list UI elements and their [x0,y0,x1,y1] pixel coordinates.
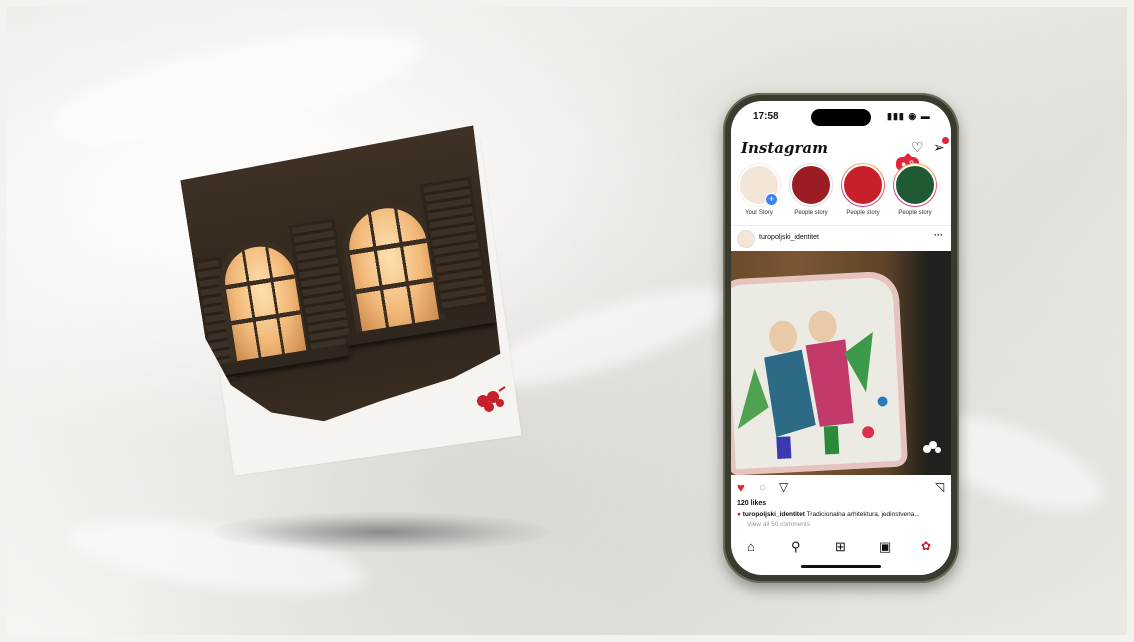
dm-badge [942,137,949,144]
story-item[interactable]: People story [891,163,939,216]
post-username[interactable]: turopoljski_identitet [759,234,819,241]
status-time: 17:58 [753,111,779,122]
canvas-background: 17:58 ▮▮▮ ◉ ▬ Instagram ♡ ➢ ● 8 + Your S… [7,7,1127,635]
story-item[interactable]: People story [839,163,887,216]
comment-icon[interactable]: ○ [759,480,766,494]
story-item[interactable]: People story [787,163,835,216]
bottom-nav: ⌂ ⚲ ⊞ ▣ ✿ [731,533,951,563]
story-item-your-story[interactable]: + Your Story [735,163,783,216]
app-title: Instagram [741,139,828,157]
like-icon[interactable]: ♥ [737,480,745,495]
more-options-icon[interactable]: ··· [934,230,943,240]
embroidered-pillow [731,270,909,475]
story-label: People story [898,210,932,216]
collage-shadow [212,512,552,552]
paint-streak [42,8,432,166]
caption-text: Tradicionalna arhitektura, jedinstvena..… [806,511,920,518]
likes-count[interactable]: 120 likes [737,500,766,507]
post-header: turopoljski_identitet ··· [731,225,951,250]
home-indicator [801,565,881,568]
avatar[interactable] [737,230,755,248]
post-image[interactable] [731,251,951,475]
view-comments-link[interactable]: View all 50 comments [747,521,810,528]
watermark-flower-icon [923,441,941,453]
story-label: People story [846,210,880,216]
stories-row: + Your Story People story People story P… [733,163,951,221]
post-actions: ♥ ○ ▽ ◹ [731,478,951,500]
post-caption: ● turopoljski_identitet Tradicionalna ar… [737,511,947,518]
heart-icon[interactable]: ♡ [911,139,924,156]
phone-mockup: 17:58 ▮▮▮ ◉ ▬ Instagram ♡ ➢ ● 8 + Your S… [723,93,959,583]
profile-avatar-icon[interactable]: ✿ [921,539,931,553]
add-story-icon[interactable]: + [765,193,778,206]
status-bar: 17:58 ▮▮▮ ◉ ▬ [731,101,951,131]
story-label: Your Story [745,210,773,216]
share-icon[interactable]: ▽ [779,480,788,494]
signal-wifi-battery-icon: ▮▮▮ ◉ ▬ [887,111,931,121]
story-label: People story [794,210,828,216]
plus-square-icon[interactable]: ⊞ [835,539,846,555]
phone-screen: 17:58 ▮▮▮ ◉ ▬ Instagram ♡ ➢ ● 8 + Your S… [731,101,951,575]
caption-username[interactable]: turopoljski_identitet [743,511,805,518]
caption-avatar-icon: ● [737,511,741,518]
dynamic-island [811,109,871,126]
home-icon[interactable]: ⌂ [747,539,755,554]
bookmark-icon[interactable]: ◹ [935,480,944,494]
red-flower-logo-icon [477,386,506,412]
reels-icon[interactable]: ▣ [879,539,891,555]
search-icon[interactable]: ⚲ [791,539,801,555]
embroidery-figures [737,310,888,460]
